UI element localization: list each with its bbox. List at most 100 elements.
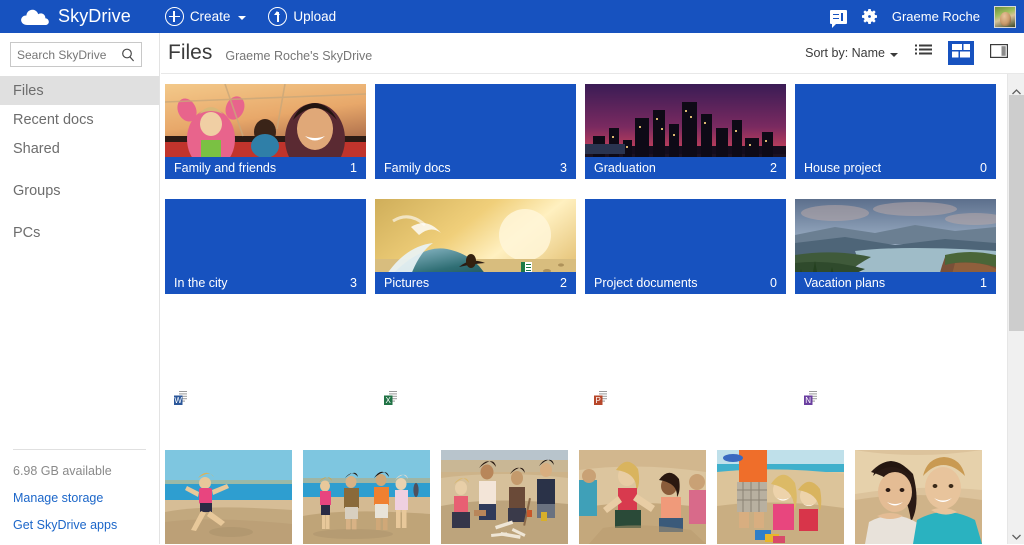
list-view-icon (915, 44, 932, 63)
folder-count: 2 (560, 276, 567, 290)
files-content-area: Family and friends 1 Family docs 3 (161, 74, 1007, 544)
sidebar-item-label: Shared (13, 141, 60, 157)
photo-girl-sitting-on-sand (579, 450, 706, 544)
scroll-thumb[interactable] (1009, 95, 1024, 331)
folder-tile[interactable]: Vacation plans 1 (795, 199, 996, 294)
sort-by-dropdown[interactable]: Sort by: Name (805, 46, 898, 60)
folder-count: 1 (350, 161, 357, 175)
folder-caption: House project 0 (795, 157, 996, 179)
folder-name: Pictures (384, 276, 429, 290)
folder-name: Graduation (594, 161, 656, 175)
folder-caption: Family docs 3 (375, 157, 576, 179)
chevron-down-icon (890, 53, 898, 57)
sidebar-item-files[interactable]: Files (0, 76, 159, 105)
command-bar: Files Graeme Roche's SkyDrive Sort by: N… (161, 33, 1024, 74)
document-caption: X Camera Analysis (384, 389, 500, 406)
photo-beach-campfire (441, 450, 568, 544)
svg-text:N: N (805, 396, 811, 405)
photo-two-girls-smiling (717, 450, 844, 544)
folder-count: 0 (980, 161, 987, 175)
search-icon[interactable] (121, 47, 135, 63)
photo-tile[interactable] (579, 450, 706, 544)
chevron-down-icon (238, 16, 246, 20)
document-tile[interactable]: W Business report (165, 336, 366, 413)
folder-tile[interactable]: Graduation 2 (585, 84, 786, 179)
folder-tile[interactable]: Family docs 3 (375, 84, 576, 179)
create-label: Create (190, 9, 231, 24)
folder-caption: In the city 3 (165, 272, 366, 294)
storage-available-text: 6.98 GB available (13, 464, 159, 478)
folder-count: 3 (560, 161, 567, 175)
gear-icon[interactable] (861, 8, 878, 25)
create-button[interactable]: Create (165, 7, 247, 26)
scroll-up-button[interactable] (1008, 76, 1024, 93)
document-tile[interactable]: P Conf Planning (585, 336, 786, 413)
messaging-icon[interactable] (830, 10, 847, 24)
topbar-right: Graeme Roche (830, 6, 1016, 28)
sidebar-nav: Files Recent docs Shared Groups PCs (0, 76, 159, 247)
scroll-down-button[interactable] (1008, 521, 1024, 538)
photo-tile[interactable] (441, 450, 568, 544)
folder-tile[interactable]: Pictures 2 (375, 199, 576, 294)
excel-document-icon: X (384, 389, 399, 406)
sidebar-item-pcs[interactable]: PCs (0, 218, 159, 247)
document-tile[interactable]: N To-do List (795, 336, 996, 413)
document-name: To-do List (826, 391, 880, 405)
sidebar: Files Recent docs Shared Groups PCs 6.98… (0, 33, 160, 544)
document-caption: P Conf Planning (594, 389, 695, 406)
sidebar-item-shared[interactable]: Shared (0, 134, 159, 163)
folder-caption: Project documents 0 (585, 272, 786, 294)
svg-text:X: X (386, 396, 392, 405)
search-box[interactable] (10, 42, 142, 67)
cloud-icon (20, 7, 50, 27)
photo-teens-on-beach (303, 450, 430, 544)
upload-circle-icon (268, 7, 287, 26)
folder-name: Vacation plans (804, 276, 885, 290)
photo-tile[interactable] (855, 450, 982, 544)
chevron-up-icon (1012, 82, 1021, 88)
upload-label: Upload (293, 9, 336, 24)
vertical-scrollbar[interactable] (1007, 74, 1024, 544)
photo-tile[interactable] (165, 450, 292, 544)
folder-count: 1 (980, 276, 987, 290)
sidebar-spacer (0, 205, 159, 218)
avatar[interactable] (994, 6, 1016, 28)
plus-circle-icon (165, 7, 184, 26)
view-tiles-button[interactable] (948, 41, 974, 65)
tile-view-icon (952, 44, 970, 63)
manage-storage-link[interactable]: Manage storage (13, 491, 159, 505)
brand-logo[interactable]: SkyDrive (20, 6, 131, 27)
photo-tile[interactable] (303, 450, 430, 544)
upload-button[interactable]: Upload (268, 7, 336, 26)
view-list-button[interactable] (910, 41, 936, 65)
sidebar-item-recent-docs[interactable]: Recent docs (0, 105, 159, 134)
folder-tile[interactable]: In the city 3 (165, 199, 366, 294)
folder-tile[interactable]: Family and friends 1 (165, 84, 366, 179)
chevron-down-icon (1012, 527, 1021, 533)
storage-section: 6.98 GB available Manage storage Get Sky… (0, 449, 159, 544)
breadcrumb: Graeme Roche's SkyDrive (225, 49, 372, 63)
get-skydrive-apps-link[interactable]: Get SkyDrive apps (13, 518, 159, 532)
page-title: Files (168, 41, 212, 65)
command-bar-right: Sort by: Name (805, 41, 1012, 65)
topbar-actions: Create Upload (165, 7, 336, 26)
document-name: Conf Planning (616, 391, 695, 405)
folder-caption: Pictures 2 (375, 272, 576, 294)
folder-tile[interactable]: Project documents 0 (585, 199, 786, 294)
sidebar-spacer (0, 163, 159, 176)
folder-name: Family and friends (174, 161, 276, 175)
sidebar-item-groups[interactable]: Groups (0, 176, 159, 205)
details-pane-icon (990, 44, 1008, 63)
photo-tile[interactable] (717, 450, 844, 544)
svg-text:P: P (596, 396, 601, 405)
search-input[interactable] (17, 48, 121, 62)
folder-tile[interactable]: House project 0 (795, 84, 996, 179)
folder-name: Project documents (594, 276, 698, 290)
sidebar-item-label: Groups (13, 183, 61, 199)
folder-count: 0 (770, 276, 777, 290)
divider (13, 449, 146, 450)
view-details-pane-button[interactable] (986, 41, 1012, 65)
document-tile[interactable]: X Camera Analysis (375, 336, 576, 413)
document-caption: N To-do List (804, 389, 880, 406)
user-name[interactable]: Graeme Roche (892, 9, 980, 24)
